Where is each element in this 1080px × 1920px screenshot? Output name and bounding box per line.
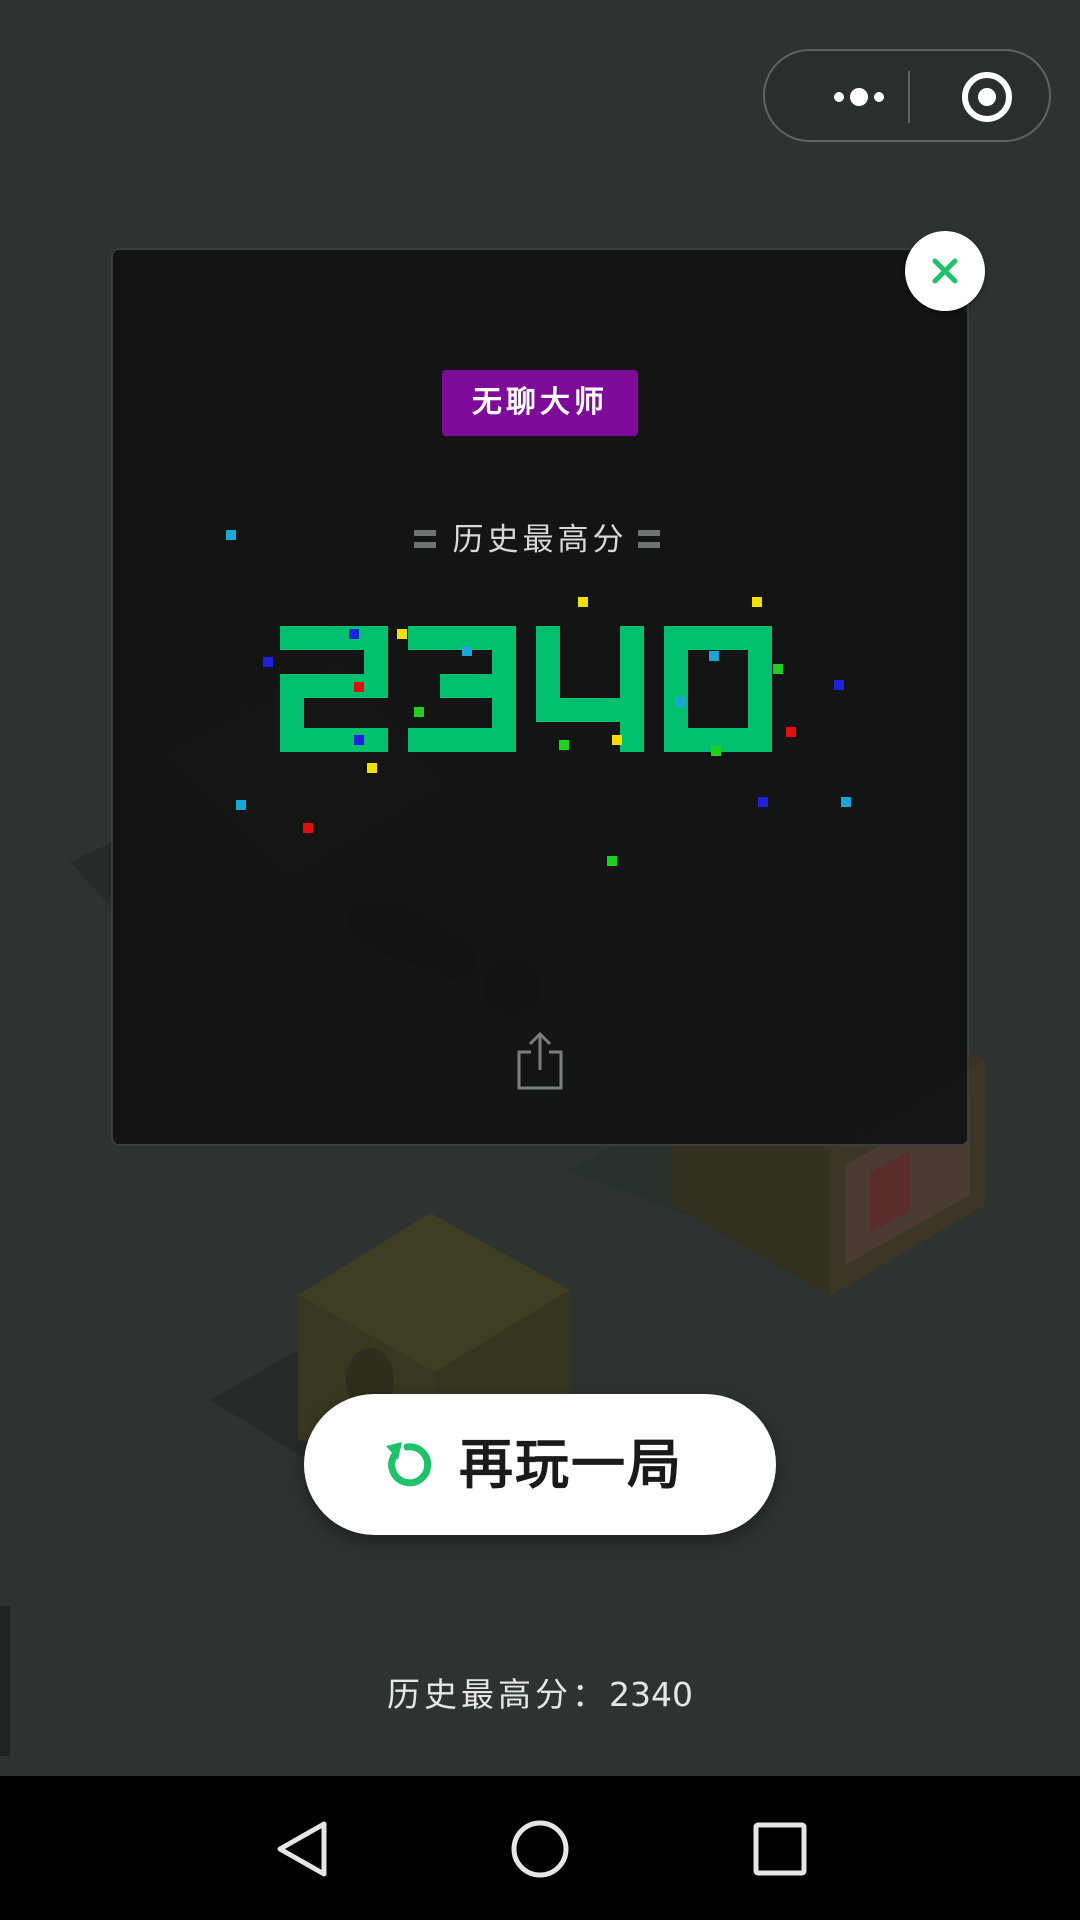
replay-label: 再玩一局 (459, 1433, 683, 1496)
system-navigation-bar (0, 1776, 1080, 1920)
replay-icon (386, 1442, 432, 1487)
home-circle-icon (511, 1820, 569, 1878)
recent-square-icon (753, 1822, 807, 1876)
back-triangle-icon (277, 1821, 327, 1877)
footer-high-score-value: 2340 (609, 1675, 693, 1714)
home-button[interactable] (505, 1814, 575, 1884)
share-icon (517, 1031, 563, 1090)
back-button[interactable] (266, 1814, 336, 1884)
footer-high-score-label: 历史最高分： (387, 1675, 609, 1714)
replay-button[interactable]: 再玩一局 (304, 1394, 776, 1535)
recent-apps-button[interactable] (745, 1814, 815, 1884)
confetti-particles (226, 530, 851, 866)
footer-high-score: 历史最高分：2340 (340, 1670, 740, 1720)
share-button[interactable] (515, 1030, 565, 1090)
